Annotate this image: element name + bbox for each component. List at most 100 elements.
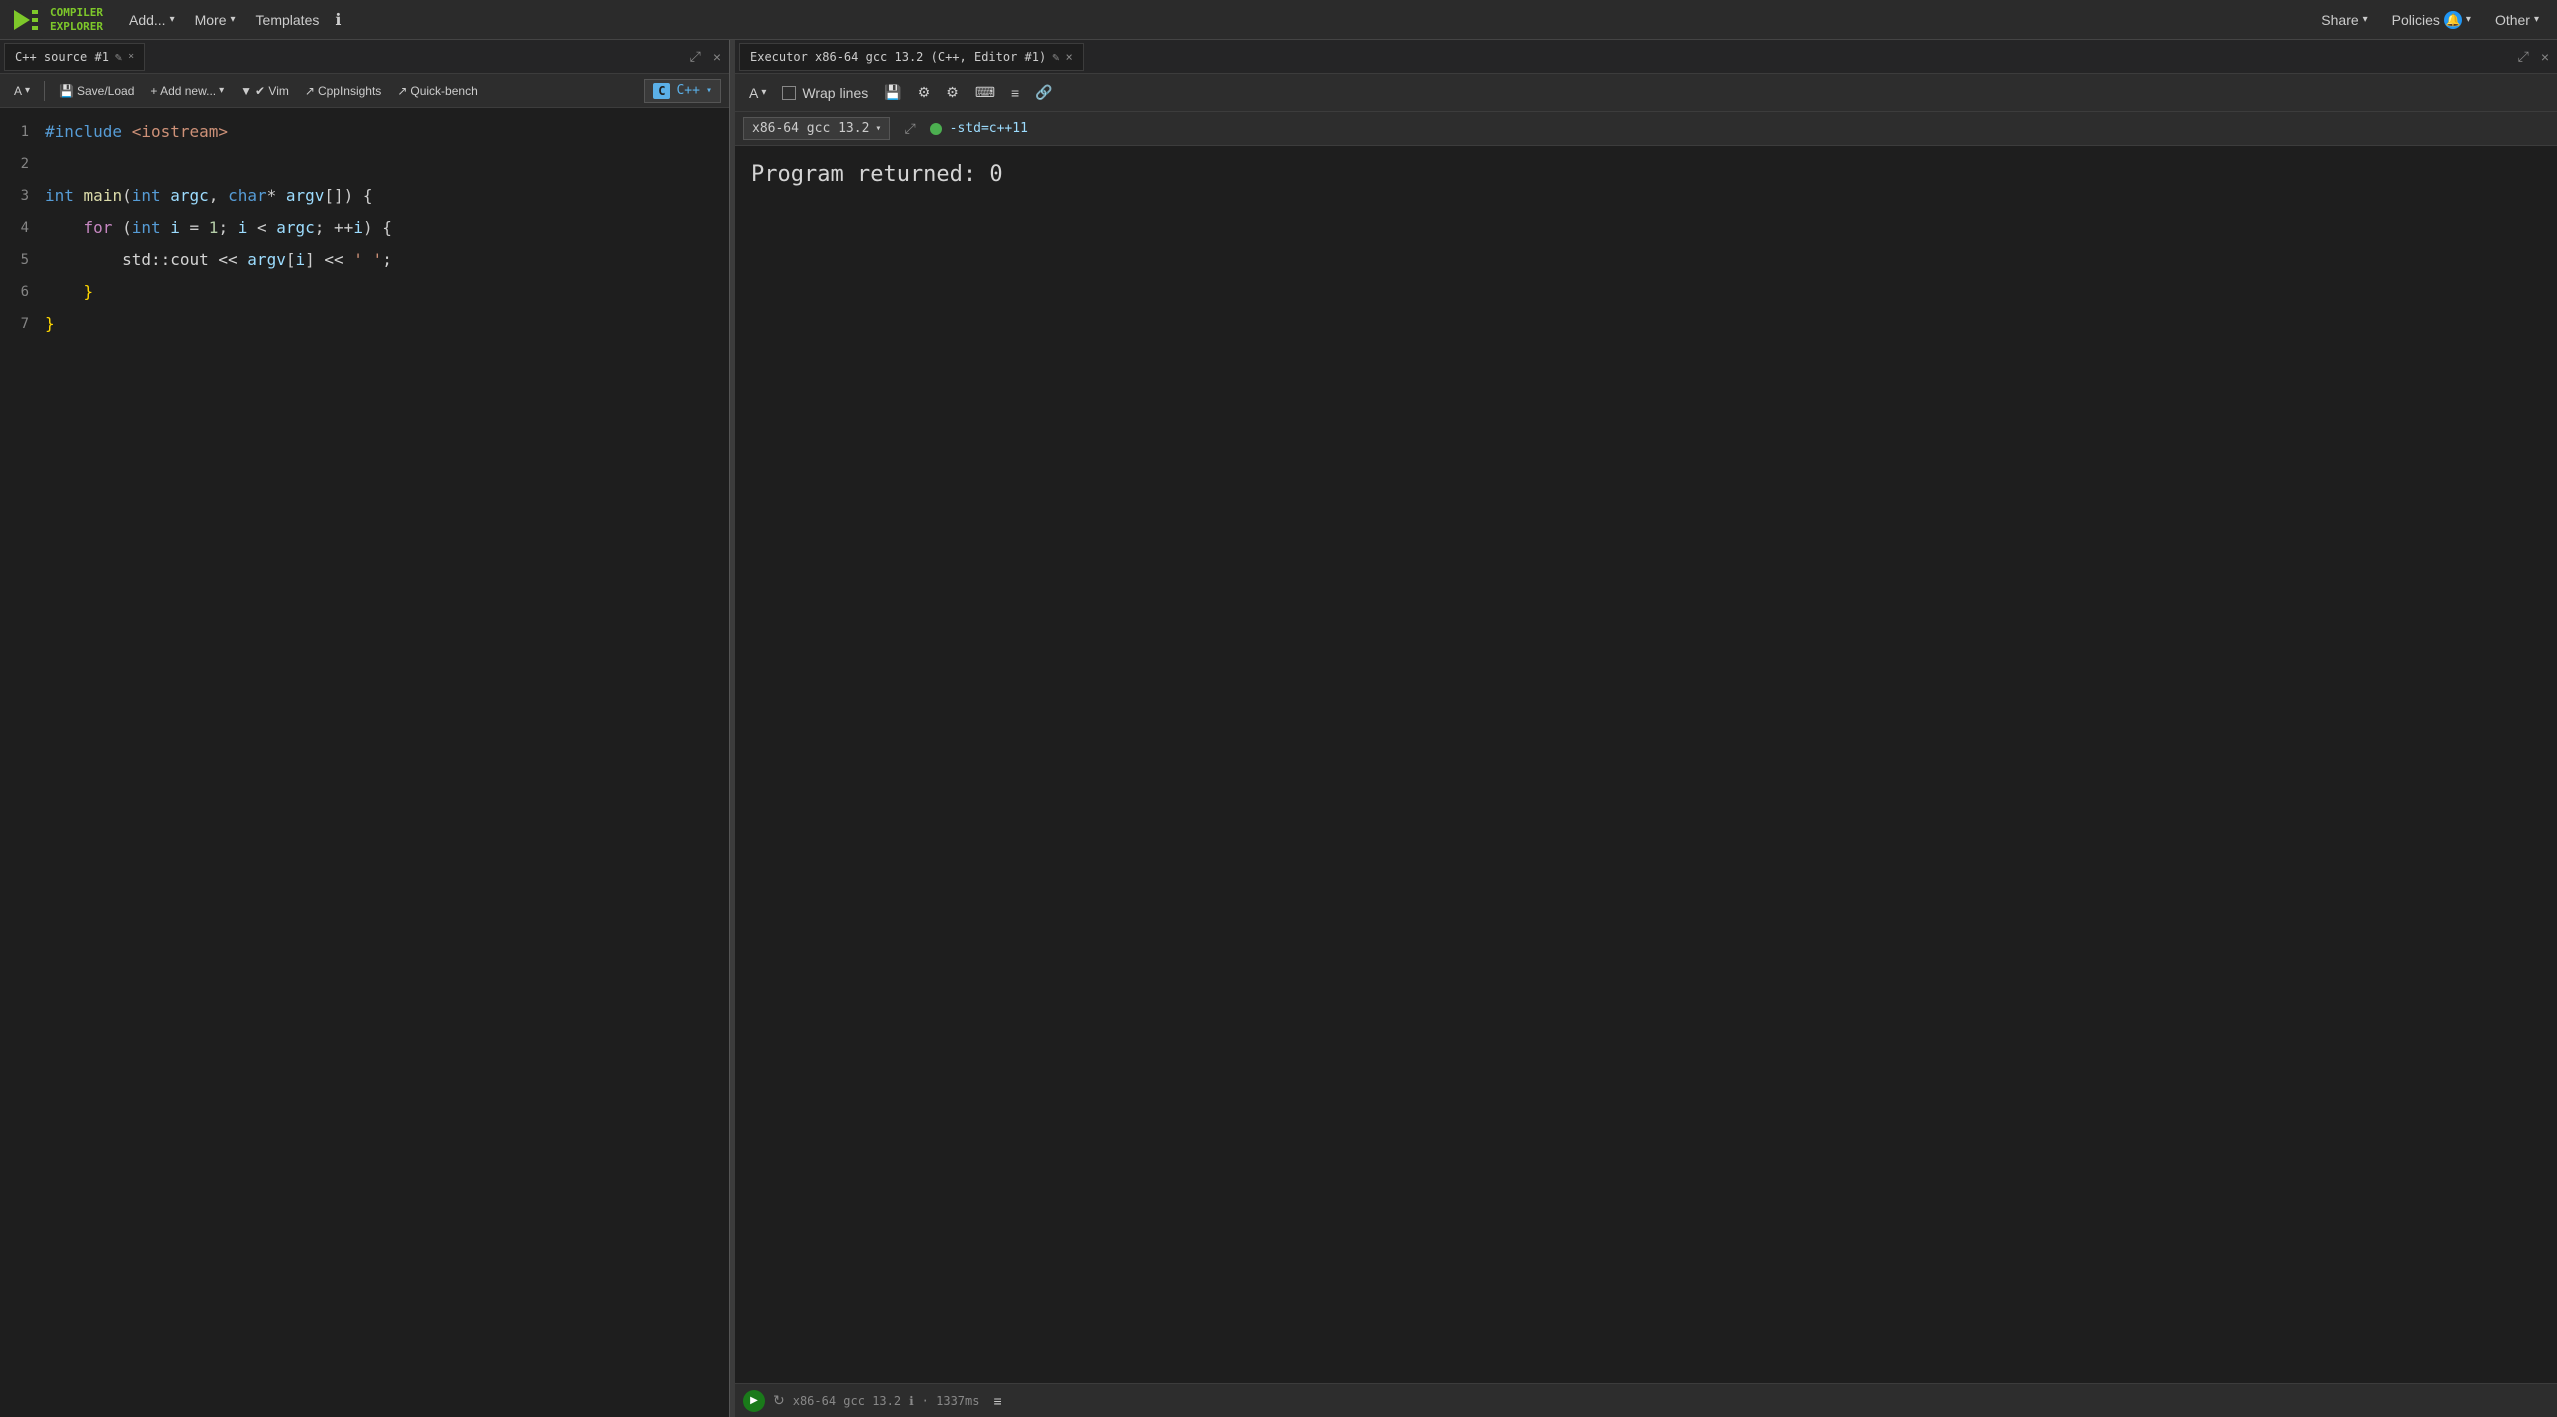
logo-area: COMPILER EXPLORER (8, 2, 103, 38)
templates-button[interactable]: Templates (246, 8, 330, 32)
executor-tab-bar: Executor x86-64 gcc 13.2 (C++, Editor #1… (735, 40, 2557, 74)
line-content-7: } (45, 308, 729, 340)
logo-text: COMPILER EXPLORER (50, 6, 103, 32)
executor-toolbar: A ▾ Wrap lines 💾 ⚙ ⚙ ⌨ ≡ 🔗 (735, 74, 2557, 112)
compiler-select-row: x86-64 gcc 13.2 ▾ ⤢ -std=c++11 (735, 112, 2557, 146)
run-button[interactable]: ▶ (743, 1390, 765, 1412)
notification-badge: 🔔 (2444, 11, 2462, 29)
cpp-insights-button[interactable]: ↗ CppInsights (299, 81, 387, 101)
executor-tab[interactable]: Executor x86-64 gcc 13.2 (C++, Editor #1… (739, 43, 1084, 71)
exec-tab-close-button[interactable]: × (1065, 50, 1072, 64)
other-button[interactable]: Other ▾ (2485, 8, 2549, 32)
line-number-7: 7 (0, 308, 45, 340)
line-number-5: 5 (0, 244, 45, 276)
cpp-insights-icon: ↗ (305, 84, 315, 98)
compiler-chevron-icon: ▾ (875, 123, 881, 134)
top-nav: COMPILER EXPLORER Add... ▾ More ▾ Templa… (0, 0, 2557, 40)
add-chevron-icon: ▾ (170, 14, 175, 25)
executor-output: Program returned: 0 (735, 146, 2557, 1383)
exec-edit-icon[interactable]: ✎ (1052, 50, 1059, 64)
add-new-button[interactable]: + Add new... ▾ (144, 81, 230, 101)
info-button[interactable]: ℹ (329, 6, 347, 34)
bottom-compiler-name: x86-64 gcc 13.2 (793, 1394, 901, 1408)
share-chevron-icon: ▾ (2363, 14, 2368, 25)
share-button[interactable]: Share ▾ (2311, 8, 2377, 32)
nav-right: Share ▾ Policies 🔔 ▾ Other ▾ (2311, 7, 2549, 33)
editor-tab-bar: C++ source #1 ✎ × ⤢ × (0, 40, 729, 74)
line-content-1: #include <iostream> (45, 116, 729, 148)
compiler-dropdown[interactable]: x86-64 gcc 13.2 ▾ (743, 117, 890, 140)
refresh-button[interactable]: ↻ (773, 1392, 785, 1409)
code-line-5: 5 std::cout << argv[i] << ' '; (0, 244, 729, 276)
exec-link-button[interactable]: 🔗 (1029, 81, 1058, 104)
exec-font-icon: A (749, 85, 758, 101)
line-content-5: std::cout << argv[i] << ' '; (45, 244, 729, 276)
compiler-flag: -std=c++11 (950, 121, 1028, 136)
bottom-info-icon[interactable]: ℹ (909, 1394, 914, 1408)
code-editor[interactable]: 1 #include <iostream> 2 3 int main(int a… (0, 108, 729, 1417)
font-chevron-icon: ▾ (25, 85, 30, 96)
edit-icon[interactable]: ✎ (115, 50, 122, 64)
compiler-status-dot (930, 123, 942, 135)
line-number-1: 1 (0, 116, 45, 148)
exec-font-chevron-icon: ▾ (761, 87, 766, 98)
maximize-executor-button[interactable]: ⤢ (2514, 46, 2533, 67)
exec-tab-icons: ⤢ × (2514, 46, 2553, 67)
lang-chevron-icon: ▾ (706, 85, 712, 96)
logo-icon (8, 2, 44, 38)
line-number-3: 3 (0, 180, 45, 212)
code-line-1: 1 #include <iostream> (0, 116, 729, 148)
lang-badge: C (653, 83, 670, 99)
quick-bench-icon: ↗ (397, 84, 407, 98)
wrap-checkbox-box (782, 86, 796, 100)
exec-font-size-button[interactable]: A ▾ (743, 82, 772, 104)
close-editor-button[interactable]: × (709, 46, 725, 67)
add-menu-button[interactable]: Add... ▾ (119, 8, 185, 32)
other-chevron-icon: ▾ (2534, 14, 2539, 25)
line-number-6: 6 (0, 276, 45, 308)
font-size-button[interactable]: A ▾ (8, 81, 36, 101)
code-line-3: 3 int main(int argc, char* argv[]) { (0, 180, 729, 212)
close-executor-button[interactable]: × (2537, 46, 2553, 67)
editor-tab[interactable]: C++ source #1 ✎ × (4, 43, 145, 71)
exec-stdin-button[interactable]: ⌨ (969, 81, 1001, 104)
save-load-button[interactable]: 💾 Save/Load (53, 81, 140, 101)
font-icon: A (14, 84, 22, 98)
maximize-editor-button[interactable]: ⤢ (686, 46, 705, 67)
exec-args-button[interactable]: ≡ (1005, 82, 1025, 104)
line-content-4: for (int i = 1; i < argc; ++i) { (45, 212, 729, 244)
language-selector[interactable]: C C++ ▾ (644, 79, 721, 103)
line-content-6: } (45, 276, 729, 308)
code-line-2: 2 (0, 148, 729, 180)
line-number-4: 4 (0, 212, 45, 244)
line-number-2: 2 (0, 148, 45, 180)
tab-icons: ⤢ × (686, 46, 725, 67)
bottom-log-button[interactable]: ≡ (987, 1390, 1007, 1412)
editor-toolbar: A ▾ 💾 Save/Load + Add new... ▾ ▼ ✔ Vim ↗… (0, 74, 729, 108)
executor-pane: Executor x86-64 gcc 13.2 (C++, Editor #1… (735, 40, 2557, 1417)
toolbar-separator-1 (44, 81, 45, 101)
policies-button[interactable]: Policies 🔔 ▾ (2382, 7, 2481, 33)
more-chevron-icon: ▾ (231, 14, 236, 25)
program-returned-text: Program returned: 0 (751, 162, 2541, 187)
bottom-time: · 1337ms (922, 1394, 980, 1408)
executor-bottom-bar: ▶ ↻ x86-64 gcc 13.2 ℹ · 1337ms ≡ (735, 1383, 2557, 1417)
exec-share-button[interactable]: ⚙ (940, 81, 965, 104)
add-new-chevron-icon: ▾ (219, 85, 224, 96)
policies-chevron-icon: ▾ (2466, 14, 2471, 25)
quick-bench-button[interactable]: ↗ Quick-bench (391, 81, 483, 101)
save-output-button[interactable]: 💾 (878, 81, 907, 104)
code-line-4: 4 for (int i = 1; i < argc; ++i) { (0, 212, 729, 244)
save-icon: 💾 (59, 84, 74, 98)
editor-pane: C++ source #1 ✎ × ⤢ × A ▾ 💾 Save/Load + … (0, 40, 730, 1417)
tab-close-button[interactable]: × (128, 51, 134, 62)
vim-icon: ▼ (240, 84, 252, 98)
wrap-lines-checkbox[interactable]: Wrap lines (776, 82, 874, 104)
more-menu-button[interactable]: More ▾ (185, 8, 246, 32)
exec-settings-button[interactable]: ⚙ (912, 81, 937, 104)
compiler-external-link-button[interactable]: ⤢ (898, 118, 921, 139)
line-content-3: int main(int argc, char* argv[]) { (45, 180, 729, 212)
main-area: C++ source #1 ✎ × ⤢ × A ▾ 💾 Save/Load + … (0, 40, 2557, 1417)
vim-button[interactable]: ▼ ✔ Vim (234, 81, 295, 101)
code-line-6: 6 } (0, 276, 729, 308)
